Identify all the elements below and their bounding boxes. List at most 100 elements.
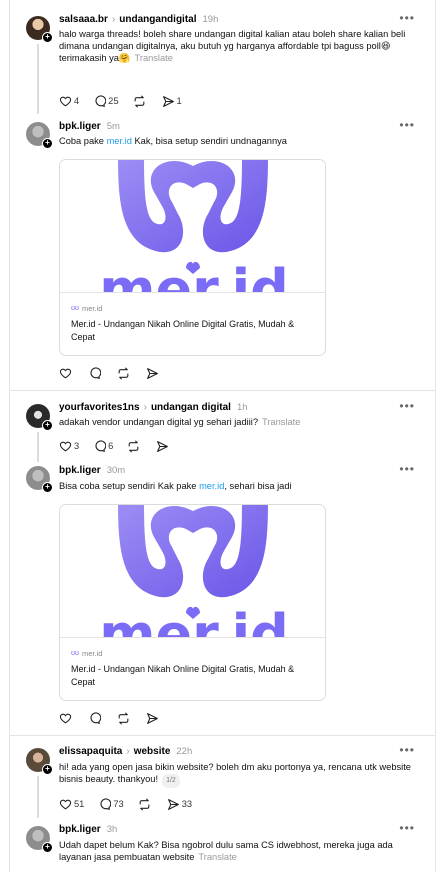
chevron-right-icon: ›: [143, 401, 147, 413]
more-icon[interactable]: •••: [399, 11, 415, 25]
like-button[interactable]: 51: [59, 798, 84, 811]
send-icon: [147, 367, 158, 379]
send-icon: [167, 798, 179, 810]
username[interactable]: bpk.liger: [59, 465, 101, 476]
share-button[interactable]: [146, 367, 161, 380]
like-count: 51: [74, 799, 85, 809]
post-text-post: , sehari bisa jadi: [224, 481, 292, 491]
comment-icon: [90, 366, 101, 379]
avatar[interactable]: +: [26, 748, 53, 775]
reply-button[interactable]: [88, 711, 103, 725]
card-domain: ʊʊ mer.id: [71, 649, 102, 658]
repost-button[interactable]: [133, 95, 148, 108]
repost-button[interactable]: [117, 712, 132, 725]
like-button[interactable]: 3: [59, 440, 79, 453]
avatar[interactable]: +: [26, 122, 53, 149]
like-button[interactable]: 4: [59, 95, 79, 108]
follow-plus-icon[interactable]: +: [42, 842, 53, 853]
thread-line: [37, 432, 39, 462]
username[interactable]: salsaaa.br: [59, 14, 108, 25]
follow-plus-icon[interactable]: +: [42, 482, 53, 493]
reply-button[interactable]: 25: [93, 94, 119, 108]
repost-button[interactable]: [117, 367, 132, 380]
topic-tag[interactable]: undangandigital: [119, 14, 196, 25]
repost-icon: [139, 798, 150, 810]
post-header: yourfavorites1ns › undangan digital 1h: [59, 400, 248, 414]
chevron-right-icon: ›: [126, 745, 130, 757]
post-header: bpk.liger 5m: [59, 119, 120, 133]
avatar[interactable]: +: [26, 466, 53, 493]
action-bar: 3 6: [59, 439, 185, 453]
send-icon: [162, 95, 174, 107]
post-text-main: adakah vendor undangan digital yg sehari…: [59, 417, 258, 427]
translate-link[interactable]: Translate: [135, 53, 173, 63]
post-text-post: Kak, bisa setup sendiri undnagannya: [131, 136, 287, 146]
divider: [10, 390, 435, 391]
mer-id-link[interactable]: mer.id: [199, 481, 224, 491]
share-button[interactable]: [156, 440, 171, 453]
timestamp: 1h: [236, 401, 248, 413]
more-icon[interactable]: •••: [399, 743, 415, 757]
follow-plus-icon[interactable]: +: [42, 420, 53, 431]
timestamp: 22h: [176, 745, 193, 757]
more-icon[interactable]: •••: [399, 118, 415, 132]
more-icon[interactable]: •••: [399, 399, 415, 413]
username[interactable]: bpk.liger: [59, 121, 101, 132]
avatar[interactable]: +: [26, 16, 53, 43]
repost-button[interactable]: [138, 798, 153, 811]
send-icon: [157, 440, 169, 452]
translate-link[interactable]: Translate: [262, 417, 300, 427]
card-domain: ʊʊ mer.id: [71, 304, 102, 313]
like-count: 3: [74, 441, 80, 451]
divider: [10, 735, 435, 736]
follow-plus-icon[interactable]: +: [42, 32, 53, 43]
post-text: adakah vendor undangan digital yg sehari…: [59, 416, 423, 428]
action-bar: [59, 366, 175, 380]
reply-button[interactable]: 73: [98, 797, 124, 811]
thread-line: [37, 776, 39, 818]
more-icon[interactable]: •••: [399, 821, 415, 835]
more-icon[interactable]: •••: [399, 462, 415, 476]
link-preview-card[interactable]: mer.id ʊʊ mer.id Mer.id - Undangan Nikah …: [59, 159, 326, 356]
comment-icon: [90, 711, 101, 724]
timestamp: 30m: [106, 464, 126, 476]
post-text: hi! ada yang open jasa bikin website? bo…: [59, 761, 423, 788]
card-title: Mer.id - Undangan Nikah Online Digital G…: [71, 664, 295, 687]
link-preview-card[interactable]: mer.id ʊʊ mer.id Mer.id - Undangan Nikah …: [59, 504, 326, 701]
post-text: Udah dapet belum Kak? Bisa ngobrol dulu …: [59, 839, 423, 863]
share-button[interactable]: [146, 712, 161, 725]
action-bar: 4 25 1: [59, 94, 196, 108]
share-button[interactable]: 1: [162, 95, 182, 108]
repost-icon: [118, 712, 129, 724]
feed-column: + salsaaa.br › undangandigital 19h ••• h…: [9, 0, 436, 872]
like-button[interactable]: [59, 367, 74, 380]
like-count: 4: [74, 96, 80, 106]
card-title: Mer.id - Undangan Nikah Online Digital G…: [71, 319, 295, 342]
heart-icon: [59, 713, 72, 723]
topic-tag[interactable]: undangan digital: [151, 402, 231, 413]
mer-id-link[interactable]: mer.id: [107, 136, 132, 146]
follow-plus-icon[interactable]: +: [42, 138, 53, 149]
translate-link[interactable]: Translate: [198, 852, 236, 862]
send-icon: [147, 712, 158, 724]
mer-id-favicon-icon: ʊʊ: [71, 650, 79, 657]
topic-tag[interactable]: website: [134, 746, 171, 757]
avatar[interactable]: +: [26, 404, 53, 431]
reply-button[interactable]: [88, 366, 103, 380]
thread-line: [37, 44, 39, 114]
card-domain-text: mer.id: [81, 304, 103, 313]
like-button[interactable]: [59, 712, 74, 725]
username[interactable]: elissapaquita: [59, 746, 122, 757]
repost-icon: [128, 440, 139, 452]
follow-plus-icon[interactable]: +: [42, 764, 53, 775]
heart-icon: [59, 441, 72, 451]
reply-button[interactable]: 6: [93, 439, 114, 453]
post-text-pre: Bisa coba setup sendiri Kak pake: [59, 481, 200, 491]
repost-button[interactable]: [127, 440, 142, 453]
username[interactable]: yourfavorites1ns: [59, 402, 140, 413]
reply-count: 6: [108, 441, 114, 451]
avatar[interactable]: +: [26, 826, 53, 853]
mer-id-logo-text: mer.id: [99, 258, 289, 293]
share-button[interactable]: 33: [167, 798, 192, 811]
username[interactable]: bpk.liger: [59, 824, 101, 835]
